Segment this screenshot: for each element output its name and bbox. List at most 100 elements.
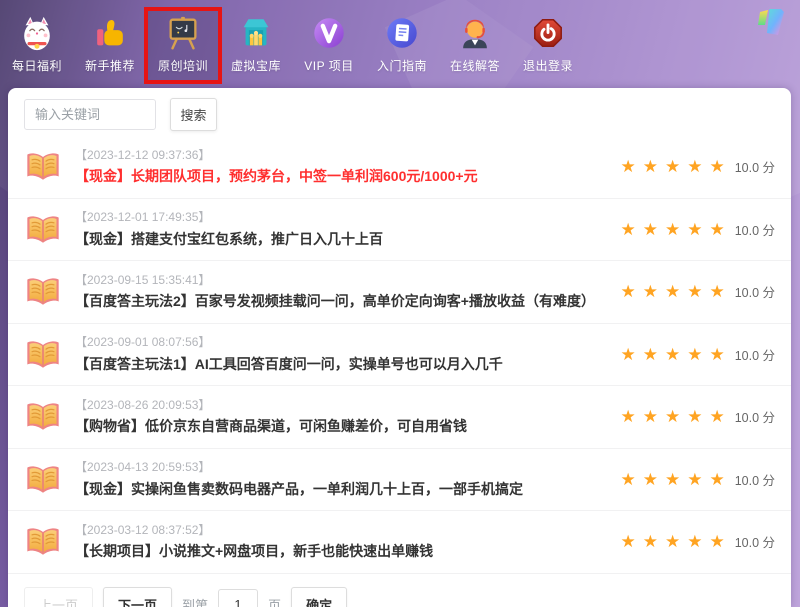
open-book-icon xyxy=(24,400,62,433)
open-book-icon xyxy=(24,150,62,183)
search-button[interactable]: 搜索 xyxy=(170,98,217,131)
star-icon: ★ xyxy=(709,283,724,300)
item-rating: ★★★★★ 10.0 分 xyxy=(620,345,775,364)
guide-document-icon xyxy=(383,14,421,52)
item-score: 10.0 分 xyxy=(735,282,775,301)
item-rating: ★★★★★ 10.0 分 xyxy=(620,157,775,176)
list-item[interactable]: 【2023-09-15 15:35:41】 【百度答主玩法2】百家号发视频挂载问… xyxy=(8,261,791,324)
open-book-icon xyxy=(24,463,62,496)
item-title[interactable]: 【现金】实操闲鱼售卖数码电器产品，一单利润几十上百，一部手机搞定 xyxy=(75,480,608,498)
next-page-button[interactable]: 下一页 xyxy=(103,587,172,607)
item-score: 10.0 分 xyxy=(735,220,775,239)
nav-item-thumbs-up[interactable]: 新手推荐 xyxy=(75,11,145,80)
item-date: 【2023-09-01 08:07:56】 xyxy=(75,335,608,351)
star-rating: ★★★★★ xyxy=(620,471,724,488)
star-icon: ★ xyxy=(620,533,635,550)
vip-badge-icon xyxy=(310,14,348,52)
nav-item-power-logout[interactable]: 退出登录 xyxy=(513,11,583,80)
list-item[interactable]: 【2023-04-13 20:59:53】 【现金】实操闲鱼售卖数码电器产品，一… xyxy=(8,449,791,512)
project-list: 【2023-12-12 09:37:36】 【现金】长期团队项目，预约茅台，中签… xyxy=(8,136,791,574)
confirm-page-button[interactable]: 确定 xyxy=(291,587,347,607)
item-title[interactable]: 【长期项目】小说推文+网盘项目，新手也能快速出单赚钱 xyxy=(75,542,608,560)
star-icon: ★ xyxy=(709,221,724,238)
star-icon: ★ xyxy=(620,221,635,238)
lucky-cat-icon xyxy=(18,14,56,52)
star-icon: ★ xyxy=(687,408,702,425)
support-agent-icon xyxy=(456,14,494,52)
top-nav: 每日福利 新手推荐 原创培训 虚拟宝库 VIP 项目 入门指南 在线解答 退出登… xyxy=(0,0,800,88)
prev-page-button[interactable]: 上一页 xyxy=(24,587,93,607)
search-input[interactable] xyxy=(24,99,156,130)
star-rating: ★★★★★ xyxy=(620,408,724,425)
star-icon: ★ xyxy=(643,158,658,175)
item-title[interactable]: 【购物省】低价京东自营商品渠道，可闲鱼赚差价，可自用省钱 xyxy=(75,417,608,435)
star-rating: ★★★★★ xyxy=(620,158,724,175)
list-item[interactable]: 【2023-12-12 09:37:36】 【现金】长期团队项目，预约茅台，中签… xyxy=(8,136,791,199)
pagination: 上一页 下一页 到第 页 确定 xyxy=(8,574,791,607)
open-book-icon xyxy=(24,525,62,558)
content-panel: 搜索 【2023-12-12 09:37:36】 【现金】长期团队项目，预约茅台… xyxy=(8,88,791,607)
item-title[interactable]: 【百度答主玩法2】百家号发视频挂载问一问，高单价定向询客+播放收益（有难度） xyxy=(75,292,608,310)
star-icon: ★ xyxy=(665,158,680,175)
nav-item-label: 在线解答 xyxy=(450,57,500,74)
item-score: 10.0 分 xyxy=(735,157,775,176)
star-icon: ★ xyxy=(665,533,680,550)
star-rating: ★ ★ ★ ★ ★ xyxy=(620,533,724,550)
star-icon: ★ xyxy=(643,533,658,550)
star-icon: ★ xyxy=(687,346,702,363)
treasure-store-icon xyxy=(237,14,275,52)
star-icon: ★ xyxy=(709,533,724,550)
list-item[interactable]: 【2023-09-01 08:07:56】 【百度答主玩法1】AI工具回答百度问… xyxy=(8,324,791,387)
item-date: 【2023-12-01 17:49:35】 xyxy=(75,210,608,226)
star-icon: ★ xyxy=(687,533,702,550)
nav-item-vip-badge[interactable]: VIP 项目 xyxy=(294,11,364,80)
star-icon: ★ xyxy=(687,158,702,175)
star-icon: ★ xyxy=(643,408,658,425)
item-title[interactable]: 【百度答主玩法1】AI工具回答百度问一问，实操单号也可以月入几千 xyxy=(75,355,608,373)
item-rating: ★★★★★ 10.0 分 xyxy=(620,407,775,426)
nav-item-guide-document[interactable]: 入门指南 xyxy=(367,11,437,80)
item-date: 【2023-12-12 09:37:36】 xyxy=(75,148,608,164)
item-date: 【2023-04-13 20:59:53】 xyxy=(75,460,608,476)
item-title[interactable]: 【现金】搭建支付宝红包系统，推广日入几十上百 xyxy=(75,230,608,248)
list-item[interactable]: 【2023-03-12 08:37:52】 【长期项目】小说推文+网盘项目，新手… xyxy=(8,511,791,574)
item-score: 10.0 分 xyxy=(735,345,775,364)
item-date: 【2023-08-26 20:09:53】 xyxy=(75,398,608,414)
star-icon: ★ xyxy=(687,471,702,488)
item-date: 【2023-03-12 08:37:52】 xyxy=(75,523,608,539)
open-book-icon xyxy=(24,275,62,308)
nav-item-label: 退出登录 xyxy=(523,57,573,74)
nav-item-label: 原创培训 xyxy=(158,57,208,74)
star-icon: ★ xyxy=(643,221,658,238)
star-icon: ★ xyxy=(709,346,724,363)
item-date: 【2023-09-15 15:35:41】 xyxy=(75,273,608,289)
star-rating: ★ ★ ★ ★ ★ xyxy=(620,221,724,238)
nav-item-label: VIP 项目 xyxy=(304,57,353,74)
page-number-input[interactable] xyxy=(218,589,258,607)
nav-item-treasure-store[interactable]: 虚拟宝库 xyxy=(221,11,291,80)
nav-item-lucky-cat[interactable]: 每日福利 xyxy=(2,11,72,80)
star-rating: ★★★★★ xyxy=(620,283,724,300)
power-logout-icon xyxy=(529,14,567,52)
star-rating: ★★★★★ xyxy=(620,346,724,363)
star-icon: ★ xyxy=(687,221,702,238)
star-icon: ★ xyxy=(620,408,635,425)
goto-page-prefix: 到第 xyxy=(182,595,208,607)
nav-item-support-agent[interactable]: 在线解答 xyxy=(440,11,510,80)
star-icon: ★ xyxy=(620,471,635,488)
item-score: 10.0 分 xyxy=(735,407,775,426)
star-icon: ★ xyxy=(665,471,680,488)
item-title[interactable]: 【现金】长期团队项目，预约茅台，中签一单利润600元/1000+元 xyxy=(75,167,608,185)
open-book-icon xyxy=(24,213,62,246)
search-bar: 搜索 xyxy=(8,88,791,136)
star-icon: ★ xyxy=(665,408,680,425)
list-item[interactable]: 【2023-08-26 20:09:53】 【购物省】低价京东自营商品渠道，可闲… xyxy=(8,386,791,449)
item-rating: ★★★★★ 10.0 分 xyxy=(620,470,775,489)
rainbow-logo-icon xyxy=(755,6,789,38)
star-icon: ★ xyxy=(665,221,680,238)
nav-item-label: 新手推荐 xyxy=(85,57,135,74)
star-icon: ★ xyxy=(687,283,702,300)
list-item[interactable]: 【2023-12-01 17:49:35】 【现金】搭建支付宝红包系统，推广日入… xyxy=(8,199,791,262)
nav-item-blackboard[interactable]: 原创培训 xyxy=(148,11,218,80)
item-rating: ★ ★ ★ ★ ★ 10.0 分 xyxy=(620,220,775,239)
